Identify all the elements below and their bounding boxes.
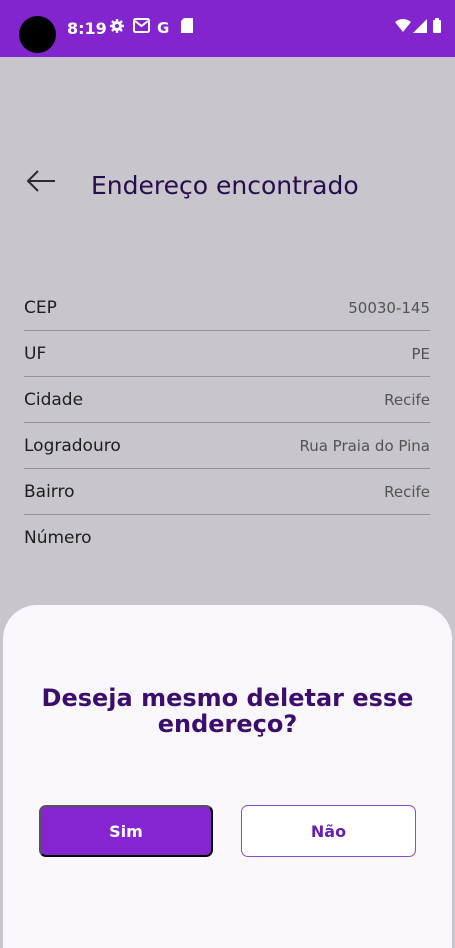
- status-time: 8:19: [67, 19, 107, 38]
- confirm-delete-button[interactable]: Sim: [39, 805, 213, 857]
- gear-icon: [109, 18, 125, 39]
- status-bar: 8:19 G: [0, 0, 455, 57]
- sd-card-icon: [181, 18, 193, 38]
- cancel-delete-button[interactable]: Não: [241, 805, 416, 857]
- delete-confirmation-sheet: Deseja mesmo deletar esse endereço? Sim …: [3, 605, 452, 948]
- app-frame: 8:19 G Endereço encontrado CEP 50030-145…: [0, 0, 455, 948]
- camera-cutout: [19, 16, 56, 53]
- dialog-question: Deseja mesmo deletar esse endereço?: [3, 685, 452, 737]
- google-icon: G: [157, 19, 170, 37]
- wifi-icon: [395, 18, 411, 38]
- signal-icon: [413, 18, 427, 38]
- battery-icon: [433, 18, 441, 38]
- dialog-question-line-1: Deseja mesmo deletar esse: [41, 684, 414, 712]
- dialog-question-line-2: endereço?: [157, 710, 298, 738]
- gmail-icon: [133, 18, 150, 38]
